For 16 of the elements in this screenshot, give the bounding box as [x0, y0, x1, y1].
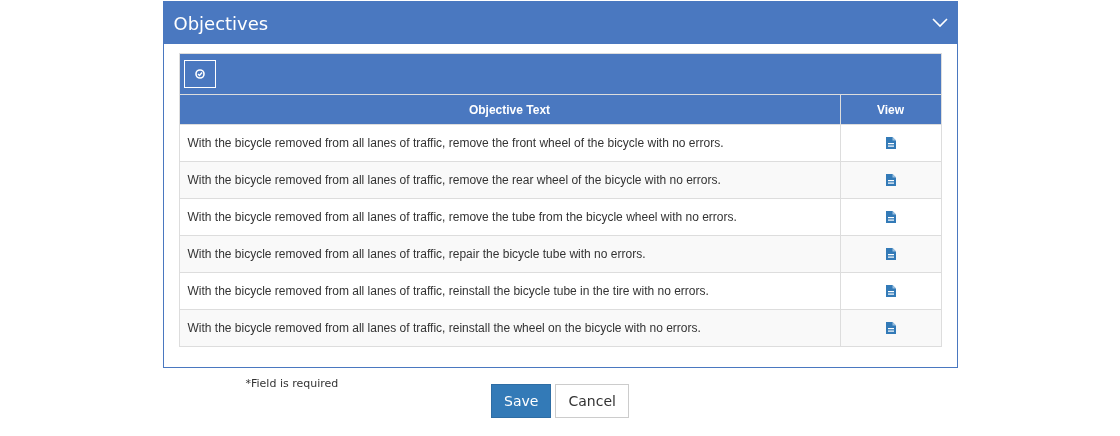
document-icon[interactable]	[885, 174, 896, 186]
check-circle-icon	[194, 69, 205, 79]
document-icon[interactable]	[885, 248, 896, 260]
column-header: View	[840, 95, 941, 124]
panel-title: Objectives	[173, 12, 269, 34]
column-header: Objective Text	[179, 95, 841, 124]
table-cell: With the bicycle removed from all lanes of traffic, reinstall the wheel on the bicycle with no errors.	[179, 310, 841, 346]
document-icon[interactable]	[885, 285, 896, 297]
cancel-button[interactable]: Cancel	[555, 384, 629, 418]
document-icon[interactable]	[885, 137, 896, 149]
save-button[interactable]: Save	[491, 384, 552, 418]
select-all-button[interactable]	[183, 60, 216, 88]
required-note: *Field is required	[245, 377, 340, 390]
document-icon[interactable]	[885, 211, 896, 223]
document-icon[interactable]	[885, 322, 896, 334]
chevron-icon[interactable]	[931, 18, 948, 28]
